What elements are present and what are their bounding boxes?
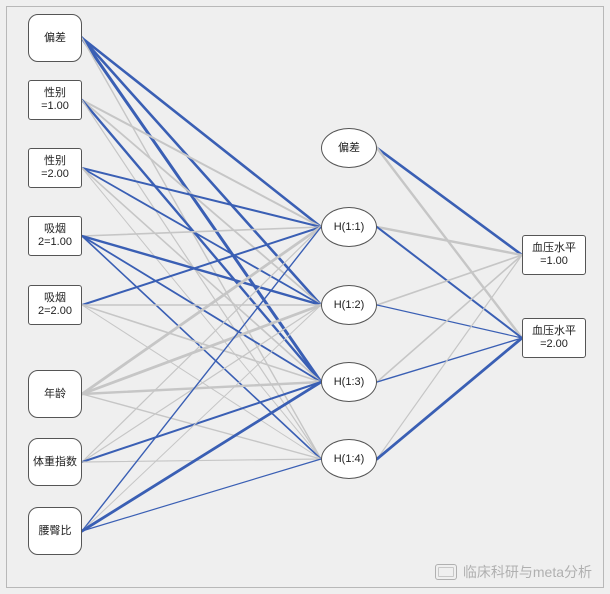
edge-h13-bp2 xyxy=(377,338,522,382)
input-node-sex1: 性别=1.00 xyxy=(28,80,82,120)
output-node-bp1: 血压水平=1.00 xyxy=(522,235,586,275)
wechat-icon xyxy=(435,564,457,580)
network-edges xyxy=(0,0,610,594)
hidden-node-h13: H(1:3) xyxy=(321,362,377,402)
diagram-canvas: 临床科研与meta分析 偏差性别=1.00性别=2.00吸烟2=1.00吸烟2=… xyxy=(0,0,610,594)
edge-smoke1-h11 xyxy=(82,227,321,236)
edge-bias_h-bp1 xyxy=(377,148,522,255)
input-node-smoke1: 吸烟2=1.00 xyxy=(28,216,82,256)
input-node-whr: 腰臀比 xyxy=(28,507,82,555)
output-node-bp2: 血压水平=2.00 xyxy=(522,318,586,358)
edge-age-h11 xyxy=(82,227,321,394)
edge-sex1-h13 xyxy=(82,100,321,382)
edge-sex2-h12 xyxy=(82,168,321,305)
hidden-node-bias_h: 偏差 xyxy=(321,128,377,168)
hidden-node-h11: H(1:1) xyxy=(321,207,377,247)
input-node-bmi: 体重指数 xyxy=(28,438,82,486)
watermark: 临床科研与meta分析 xyxy=(435,562,592,582)
edge-bmi-h14 xyxy=(82,459,321,462)
edge-bias_in-h13 xyxy=(82,38,321,382)
hidden-node-h14: H(1:4) xyxy=(321,439,377,479)
input-node-smoke2: 吸烟2=2.00 xyxy=(28,285,82,325)
input-node-bias_in: 偏差 xyxy=(28,14,82,62)
edge-whr-h14 xyxy=(82,459,321,531)
edge-h12-bp1 xyxy=(377,255,522,305)
edge-whr-h11 xyxy=(82,227,321,531)
edge-bias_in-h11 xyxy=(82,38,321,227)
edge-h13-bp1 xyxy=(377,255,522,382)
input-node-sex2: 性别=2.00 xyxy=(28,148,82,188)
watermark-text: 临床科研与meta分析 xyxy=(463,562,592,582)
edge-whr-h12 xyxy=(82,305,321,531)
input-node-age: 年龄 xyxy=(28,370,82,418)
edge-bias_in-h14 xyxy=(82,38,321,459)
edge-h11-bp1 xyxy=(377,227,522,255)
edge-bmi-h13 xyxy=(82,382,321,462)
hidden-node-h12: H(1:2) xyxy=(321,285,377,325)
